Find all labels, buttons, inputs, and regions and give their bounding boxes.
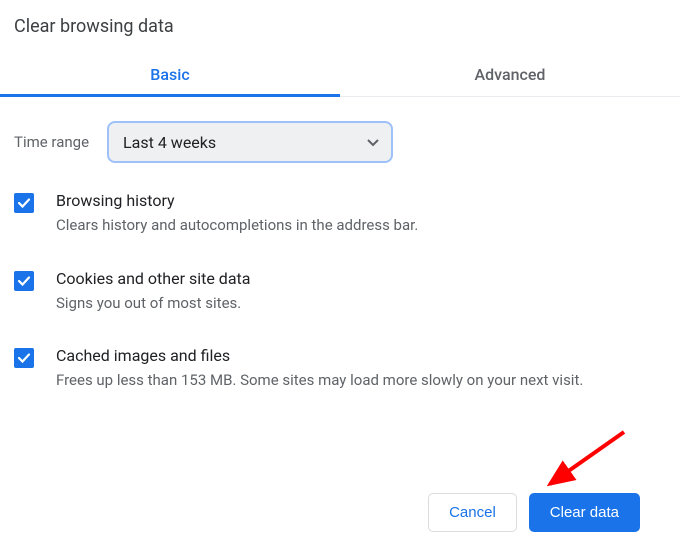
option-title: Cookies and other site data bbox=[56, 269, 670, 288]
time-range-select-wrap: Last 4 weeks bbox=[107, 121, 393, 163]
option-text: Browsing history Clears history and auto… bbox=[56, 191, 670, 237]
dialog-title: Clear browsing data bbox=[0, 0, 680, 55]
option-browsing-history: Browsing history Clears history and auto… bbox=[14, 191, 670, 237]
option-description: Clears history and autocompletions in th… bbox=[56, 214, 670, 237]
cancel-button[interactable]: Cancel bbox=[428, 493, 517, 532]
checkbox-cookies[interactable] bbox=[14, 271, 34, 291]
option-title: Cached images and files bbox=[56, 346, 670, 365]
check-icon bbox=[17, 351, 31, 365]
option-description: Frees up less than 153 MB. Some sites ma… bbox=[56, 369, 670, 392]
option-cached: Cached images and files Frees up less th… bbox=[14, 346, 670, 392]
checkbox-browsing-history[interactable] bbox=[14, 193, 34, 213]
check-icon bbox=[17, 196, 31, 210]
tabs-container: Basic Advanced bbox=[0, 55, 680, 97]
footer-buttons: Cancel Clear data bbox=[428, 493, 640, 532]
annotation-arrow-icon bbox=[532, 426, 632, 496]
options-list: Browsing history Clears history and auto… bbox=[0, 191, 680, 392]
option-text: Cached images and files Frees up less th… bbox=[56, 346, 670, 392]
option-description: Signs you out of most sites. bbox=[56, 292, 670, 315]
time-range-select[interactable]: Last 4 weeks bbox=[107, 121, 393, 163]
tab-basic[interactable]: Basic bbox=[0, 55, 340, 96]
clear-data-button[interactable]: Clear data bbox=[529, 493, 640, 532]
checkbox-cached[interactable] bbox=[14, 348, 34, 368]
option-text: Cookies and other site data Signs you ou… bbox=[56, 269, 670, 315]
option-cookies: Cookies and other site data Signs you ou… bbox=[14, 269, 670, 315]
time-range-row: Time range Last 4 weeks bbox=[0, 97, 680, 191]
check-icon bbox=[17, 274, 31, 288]
time-range-label: Time range bbox=[14, 133, 89, 151]
option-title: Browsing history bbox=[56, 191, 670, 210]
time-range-value: Last 4 weeks bbox=[123, 133, 216, 152]
tab-advanced[interactable]: Advanced bbox=[340, 55, 680, 96]
